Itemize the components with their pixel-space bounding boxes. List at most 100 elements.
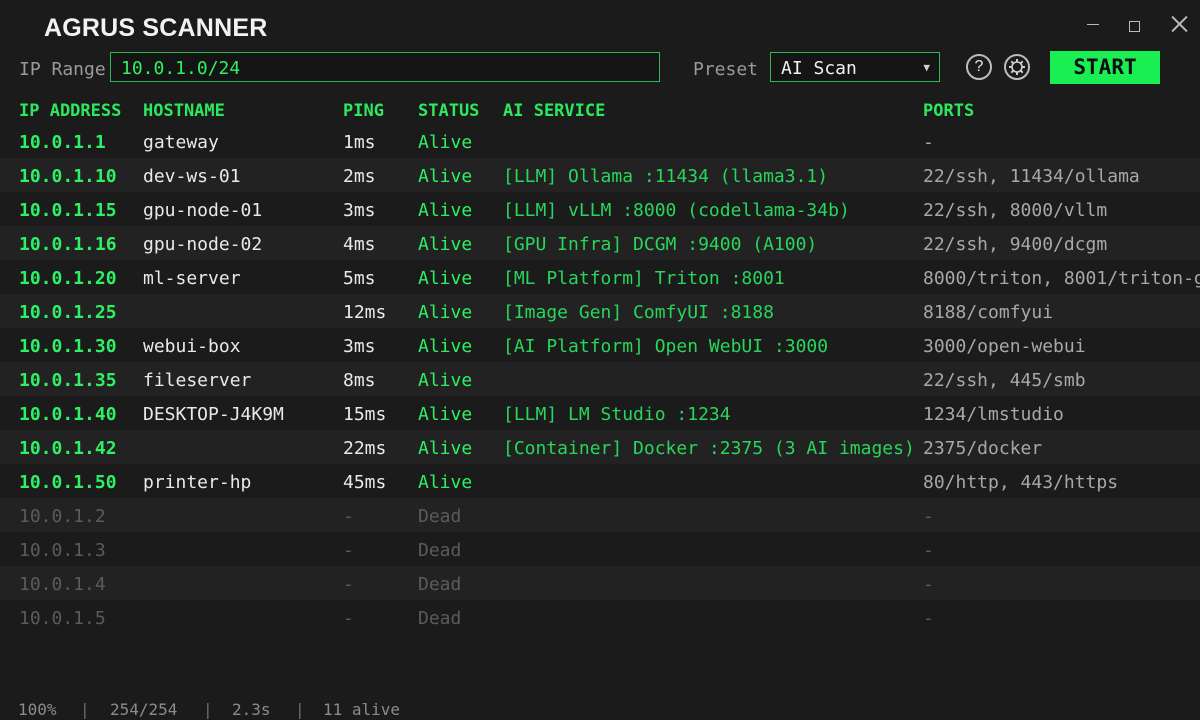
maximize-icon[interactable] (1120, 12, 1150, 38)
cell-ip: 10.0.1.20 (19, 268, 117, 289)
table-row[interactable]: 10.0.1.15 gpu-node-01 3ms Alive [LLM] vLLM :… (0, 192, 1200, 226)
title-bar: AGRUS SCANNER (0, 0, 1200, 46)
cell-hostname: gateway (143, 132, 219, 153)
status-separator: | (203, 700, 213, 719)
cell-ai-service: [LLM] Ollama :11434 (llama3.1) (503, 166, 829, 187)
table-row[interactable]: 10.0.1.3 - Dead - (0, 532, 1200, 566)
cell-ip: 10.0.1.4 (19, 574, 106, 595)
cell-ip: 10.0.1.1 (19, 132, 106, 153)
table-row[interactable]: 10.0.1.35 fileserver 8ms Alive 22/ssh, 445/s… (0, 362, 1200, 396)
cell-ai-service: [ML Platform] Triton :8001 (503, 268, 785, 289)
cell-hostname: DESKTOP-J4K9M (143, 404, 284, 425)
cell-ping: 5ms (343, 268, 376, 289)
cell-ports: 8188/comfyui (923, 302, 1054, 323)
cell-ip: 10.0.1.50 (19, 472, 117, 493)
ip-range-label: IP Range (19, 59, 106, 80)
table-row[interactable]: 10.0.1.20 ml-server 5ms Alive [ML Platform] … (0, 260, 1200, 294)
cell-ping: 1ms (343, 132, 376, 153)
cell-hostname: webui-box (143, 336, 241, 357)
table-row[interactable]: 10.0.1.30 webui-box 3ms Alive [AI Platform] … (0, 328, 1200, 362)
status-bar: 100% | 254/254 | 2.3s | 11 alive (0, 698, 1200, 720)
table-header: IP ADDRESS HOSTNAME PING STATUS AI SERVI… (0, 94, 1200, 124)
cell-status: Alive (418, 472, 473, 493)
column-header-ip[interactable]: IP ADDRESS (19, 101, 121, 121)
column-header-hostname[interactable]: HOSTNAME (143, 101, 225, 121)
preset-label: Preset (693, 59, 759, 80)
cell-ping: 15ms (343, 404, 387, 425)
cell-ports: 22/ssh, 11434/ollama (923, 166, 1140, 187)
cell-ai-service: [Container] Docker :2375 (3 AI images) (503, 438, 915, 459)
cell-ping: 3ms (343, 200, 376, 221)
column-header-ping[interactable]: PING (343, 101, 384, 121)
cell-hostname: dev-ws-01 (143, 166, 241, 187)
progress-text: 100% (18, 700, 57, 719)
cell-ping: 8ms (343, 370, 376, 391)
cell-ip: 10.0.1.15 (19, 200, 117, 221)
table-row[interactable]: 10.0.1.5 - Dead - (0, 600, 1200, 634)
help-icon[interactable]: ? (966, 54, 992, 80)
cell-ping: 4ms (343, 234, 376, 255)
cell-ip: 10.0.1.16 (19, 234, 117, 255)
cell-ip: 10.0.1.5 (19, 608, 106, 629)
status-separator: | (295, 700, 305, 719)
cell-ping: - (343, 608, 354, 629)
cell-ping: 2ms (343, 166, 376, 187)
cell-ping: - (343, 506, 354, 527)
scanned-count: 254/254 (110, 700, 178, 719)
column-header-ai-service[interactable]: AI SERVICE (503, 101, 605, 121)
cell-status: Alive (418, 166, 473, 187)
cell-status: Dead (418, 608, 462, 629)
cell-ping: 3ms (343, 336, 376, 357)
cell-ports: 3000/open-webui (923, 336, 1086, 357)
cell-ports: 8000/triton, 8001/triton-g (923, 268, 1200, 289)
start-button[interactable]: START (1050, 51, 1160, 84)
preset-select[interactable]: AI Scan ▼ (770, 52, 940, 82)
cell-status: Alive (418, 404, 473, 425)
cell-ports: 22/ssh, 9400/dcgm (923, 234, 1108, 255)
table-row[interactable]: 10.0.1.4 - Dead - (0, 566, 1200, 600)
cell-ip: 10.0.1.40 (19, 404, 117, 425)
close-icon[interactable] (1165, 12, 1195, 38)
table-row[interactable]: 10.0.1.50 printer-hp 45ms Alive 80/http, 443… (0, 464, 1200, 498)
cell-ports: - (923, 540, 934, 561)
cell-status: Dead (418, 506, 462, 527)
cell-ip: 10.0.1.42 (19, 438, 117, 459)
cell-ai-service: [Image Gen] ComfyUI :8188 (503, 302, 774, 323)
cell-status: Dead (418, 540, 462, 561)
table-row[interactable]: 10.0.1.40 DESKTOP-J4K9M 15ms Alive [LLM] LM … (0, 396, 1200, 430)
column-header-status[interactable]: STATUS (418, 101, 479, 121)
cell-hostname: printer-hp (143, 472, 252, 493)
cell-ai-service: [GPU Infra] DCGM :9400 (A100) (503, 234, 818, 255)
toolbar: IP Range Preset AI Scan ▼ ? START (0, 46, 1200, 94)
cell-hostname: gpu-node-02 (143, 234, 263, 255)
elapsed-time: 2.3s (232, 700, 271, 719)
cell-ports: - (923, 608, 934, 629)
table-row[interactable]: 10.0.1.10 dev-ws-01 2ms Alive [LLM] Ollama :… (0, 158, 1200, 192)
cell-ai-service: [AI Platform] Open WebUI :3000 (503, 336, 829, 357)
table-row[interactable]: 10.0.1.25 12ms Alive [Image Gen] ComfyUI :8… (0, 294, 1200, 328)
table-row[interactable]: 10.0.1.42 22ms Alive [Container] Docker :23… (0, 430, 1200, 464)
cell-ports: 22/ssh, 8000/vllm (923, 200, 1108, 221)
cell-ports: - (923, 574, 934, 595)
cell-status: Alive (418, 200, 473, 221)
cell-ports: 80/http, 443/https (923, 472, 1119, 493)
table-row[interactable]: 10.0.1.1 gateway 1ms Alive - (0, 124, 1200, 158)
table-row[interactable]: 10.0.1.16 gpu-node-02 4ms Alive [GPU Infra] … (0, 226, 1200, 260)
cell-status: Dead (418, 574, 462, 595)
gear-icon[interactable] (1004, 54, 1030, 80)
cell-ip: 10.0.1.2 (19, 506, 106, 527)
minimize-icon[interactable] (1079, 12, 1109, 38)
table-row[interactable]: 10.0.1.2 - Dead - (0, 498, 1200, 532)
cell-ports: 22/ssh, 445/smb (923, 370, 1086, 391)
cell-ping: - (343, 574, 354, 595)
column-header-ports[interactable]: PORTS (923, 101, 974, 121)
cell-hostname: gpu-node-01 (143, 200, 263, 221)
cell-ping: 22ms (343, 438, 387, 459)
preset-value: AI Scan (781, 58, 857, 79)
cell-ai-service: [LLM] LM Studio :1234 (503, 404, 731, 425)
ip-range-input[interactable] (110, 52, 660, 82)
cell-ports: 2375/docker (923, 438, 1043, 459)
cell-status: Alive (418, 234, 473, 255)
cell-hostname: fileserver (143, 370, 252, 391)
cell-ip: 10.0.1.10 (19, 166, 117, 187)
